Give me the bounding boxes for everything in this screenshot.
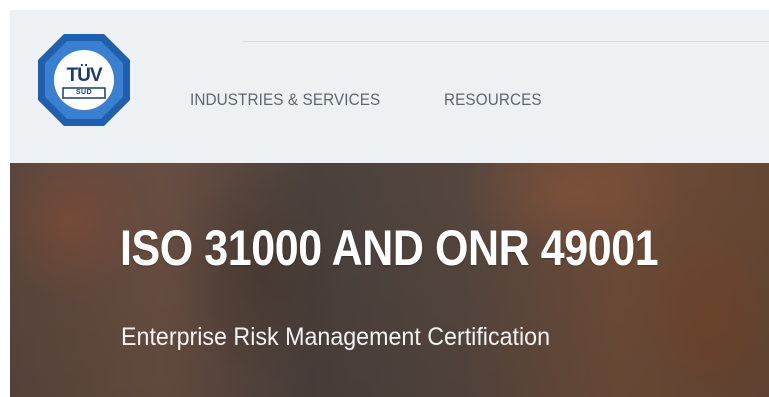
main-nav: INDUSTRIES & SERVICES RESOURCES <box>190 90 552 110</box>
page: TÜV SÜD INDUSTRIES & SERVICES RESOURCES … <box>0 0 769 397</box>
hero-subtitle: Enterprise Risk Management Certification <box>121 323 551 351</box>
logo-sub-text: SÜD <box>75 89 93 96</box>
logo-main-text: TÜV <box>66 65 103 86</box>
hero-title: ISO 31000 AND ONR 49001 <box>120 220 659 276</box>
site-header: TÜV SÜD INDUSTRIES & SERVICES RESOURCES <box>10 10 769 163</box>
header-divider <box>242 41 769 42</box>
tuv-sud-logo[interactable]: TÜV SÜD <box>36 32 132 128</box>
nav-item-industries-services[interactable]: INDUSTRIES & SERVICES <box>190 90 380 110</box>
nav-item-resources[interactable]: RESOURCES <box>444 90 542 110</box>
hero-background-image <box>10 163 769 397</box>
hero-banner: ISO 31000 AND ONR 49001 Enterprise Risk … <box>10 163 769 397</box>
